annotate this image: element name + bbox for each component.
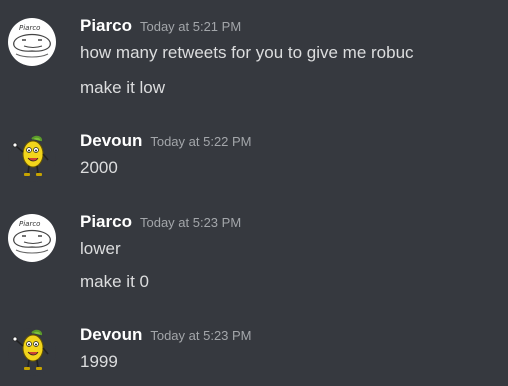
svg-text:Piarco: Piarco <box>19 220 40 228</box>
message-group: Piarco Piarco Today at 5:23 PM lower make… <box>0 212 508 302</box>
timestamp: Today at 5:23 PM <box>139 215 242 230</box>
message-text: lower <box>80 239 121 258</box>
avatar[interactable] <box>8 134 56 182</box>
avatar[interactable]: Piarco <box>8 18 56 66</box>
message-header: Devoun Today at 5:22 PM <box>80 131 252 153</box>
message-header: Devoun Today at 5:23 PM <box>80 325 252 347</box>
message-text: how many retweets for you to give me rob… <box>80 43 414 62</box>
username[interactable]: Devoun <box>80 325 142 344</box>
svg-text:Piarco: Piarco <box>19 24 40 32</box>
username[interactable]: Piarco <box>80 212 132 231</box>
username[interactable]: Devoun <box>80 131 142 150</box>
avatar[interactable]: Piarco <box>8 214 56 262</box>
message-text: make it low <box>80 78 166 97</box>
username[interactable]: Piarco <box>80 16 132 35</box>
sketch-face-icon: Piarco <box>8 214 56 262</box>
message-header: Piarco Today at 5:21 PM <box>80 16 241 38</box>
lemon-mascot-icon <box>12 329 49 370</box>
message-text: make it 0 <box>80 272 149 291</box>
timestamp: Today at 5:23 PM <box>150 328 252 343</box>
message-group: Devoun Today at 5:22 PM 2000 <box>0 131 508 182</box>
message-text: 1999 <box>80 352 118 371</box>
sketch-face-icon: Piarco <box>8 18 56 66</box>
timestamp: Today at 5:22 PM <box>150 134 252 149</box>
message-group: Piarco Piarco Today at 5:21 PM how many r… <box>0 16 508 106</box>
avatar[interactable] <box>8 328 56 376</box>
message-header: Piarco Today at 5:23 PM <box>80 212 241 234</box>
message-text: 2000 <box>80 158 118 177</box>
message-group: Devoun Today at 5:23 PM 1999 <box>0 325 508 376</box>
lemon-mascot-icon <box>12 135 49 176</box>
timestamp: Today at 5:21 PM <box>139 19 242 34</box>
